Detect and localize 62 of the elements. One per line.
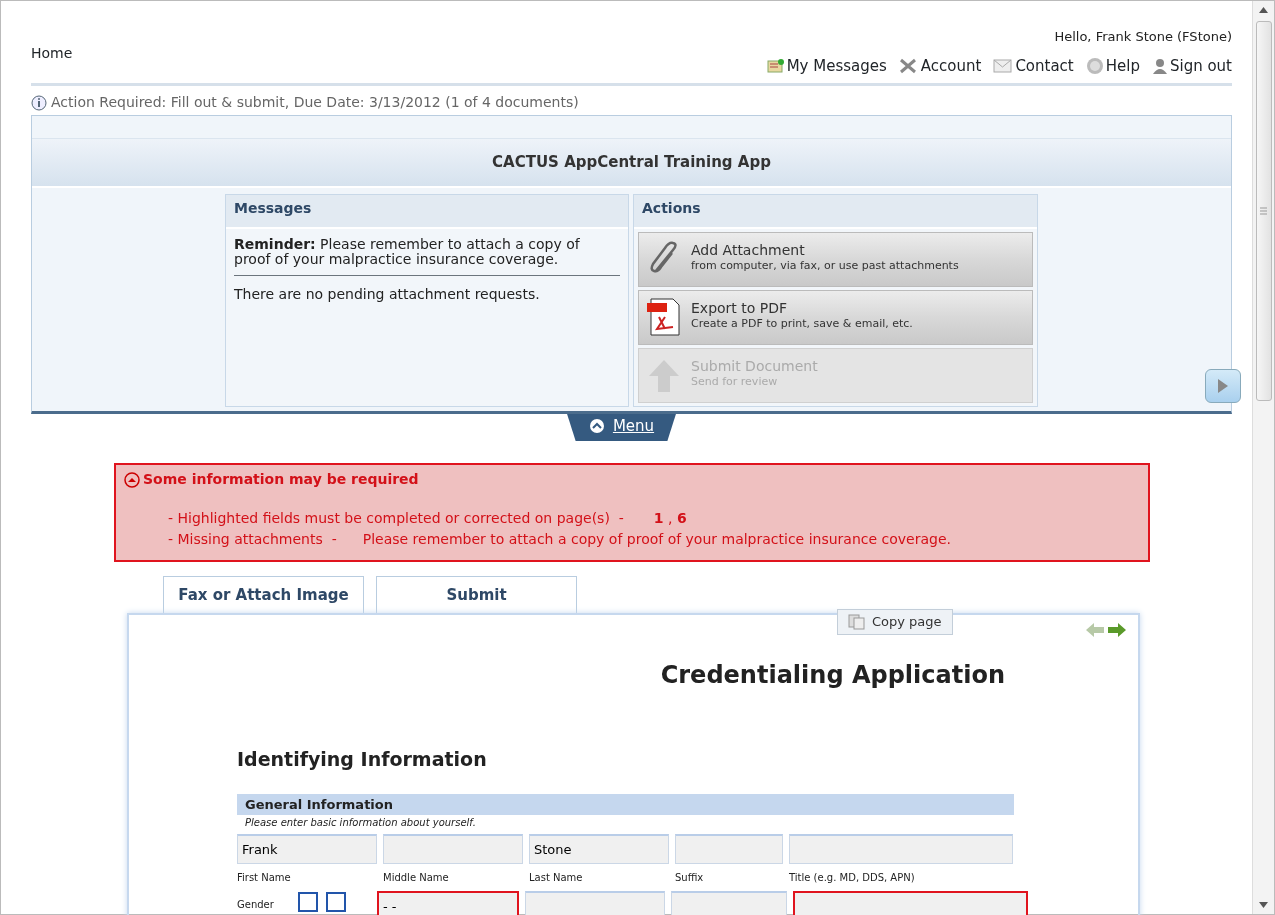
nav-link[interactable]: Contact — [1015, 54, 1074, 77]
menu-tab[interactable]: Menu — [566, 413, 677, 441]
collapse-icon[interactable] — [124, 471, 140, 488]
field-label: Suffix — [675, 871, 705, 885]
alert-text: - Highlighted fields must be completed or corrected on page(s) - — [168, 510, 624, 526]
text-field[interactable] — [383, 834, 523, 864]
person-icon — [1151, 57, 1168, 74]
home-link[interactable]: Home — [31, 43, 73, 64]
nav-link[interactable]: Sign out — [1169, 54, 1232, 77]
text-field[interactable] — [525, 891, 665, 915]
next-page-icon[interactable] — [1108, 623, 1126, 637]
alert-title: Some information may be required — [143, 470, 419, 489]
tools-icon — [898, 57, 919, 74]
panel-heading: Actions — [634, 194, 1037, 229]
text-field[interactable] — [675, 834, 783, 864]
help-icon — [1085, 56, 1104, 75]
copy-icon — [848, 613, 866, 630]
alert-text: - Missing attachments - — [168, 531, 337, 547]
action-required-text: Action Required: Fill out & submit, Due Date: 3/13/2012 (1 of 4 documents) — [51, 93, 579, 112]
separator-text: , — [667, 510, 674, 526]
field-label: Last Name — [529, 871, 584, 885]
tab[interactable]: Submit — [376, 576, 577, 613]
message-text: There are no pending attachment requests. — [233, 285, 541, 305]
form-title: Credentialing Application — [659, 660, 1005, 691]
action-button[interactable]: Export to PDF Create a PDF to print, save & email, etc. — [638, 289, 1033, 345]
copy-page-button[interactable]: Copy page — [837, 609, 953, 635]
field-label: Gender — [237, 898, 274, 912]
group-heading: General Information — [237, 793, 1014, 815]
scroll-down-icon[interactable] — [1259, 902, 1268, 908]
collapse-icon — [588, 417, 605, 434]
panel-heading: Messages — [226, 194, 628, 229]
reminder-text: Reminder: Please remember to attach a copy of proof of your malpractice insurance coverage. — [234, 234, 581, 268]
previous-page-icon[interactable] — [1086, 623, 1104, 637]
info-icon — [31, 94, 47, 111]
field-label: First Name — [237, 871, 292, 885]
nav-link[interactable]: My Messages — [786, 54, 887, 77]
next-button[interactable] — [1205, 368, 1241, 403]
messages-icon — [766, 57, 785, 74]
text-field[interactable] — [789, 834, 1013, 864]
scroll-up-icon[interactable] — [1259, 7, 1268, 13]
checkbox[interactable] — [325, 891, 346, 912]
scrollbar-thumb[interactable] — [1255, 21, 1272, 401]
alert-text: Please remember to attach a copy of proof of your malpractice insurance coverage. — [362, 531, 952, 547]
tab[interactable]: Fax or Attach Image — [163, 576, 364, 613]
mail-icon — [993, 58, 1014, 73]
action-button[interactable]: Add Attachment from computer, via fax, or use past attachments — [638, 231, 1033, 287]
checkbox[interactable] — [297, 891, 318, 912]
text-field[interactable]: Stone — [529, 834, 669, 864]
text-field[interactable]: Frank — [237, 834, 377, 864]
app-title: CACTUS AppCentral Training App — [32, 138, 1231, 188]
play-icon — [1218, 379, 1228, 393]
nav-link[interactable]: Account — [920, 54, 982, 77]
section-heading: Identifying Information — [237, 747, 488, 772]
pdf-icon — [645, 297, 683, 337]
greeting-text: Hello, Frank Stone (FStone) — [1054, 28, 1232, 46]
field-label: Title (e.g. MD, DDS, APN) — [789, 871, 916, 885]
field-label: Middle Name — [383, 871, 450, 885]
text-field[interactable] — [671, 891, 787, 915]
hint-text: Please enter basic information about yourself. — [244, 816, 477, 830]
text-field[interactable]: - - — [377, 891, 519, 915]
text-field[interactable] — [793, 891, 1028, 915]
nav-link[interactable]: Help — [1105, 54, 1140, 77]
